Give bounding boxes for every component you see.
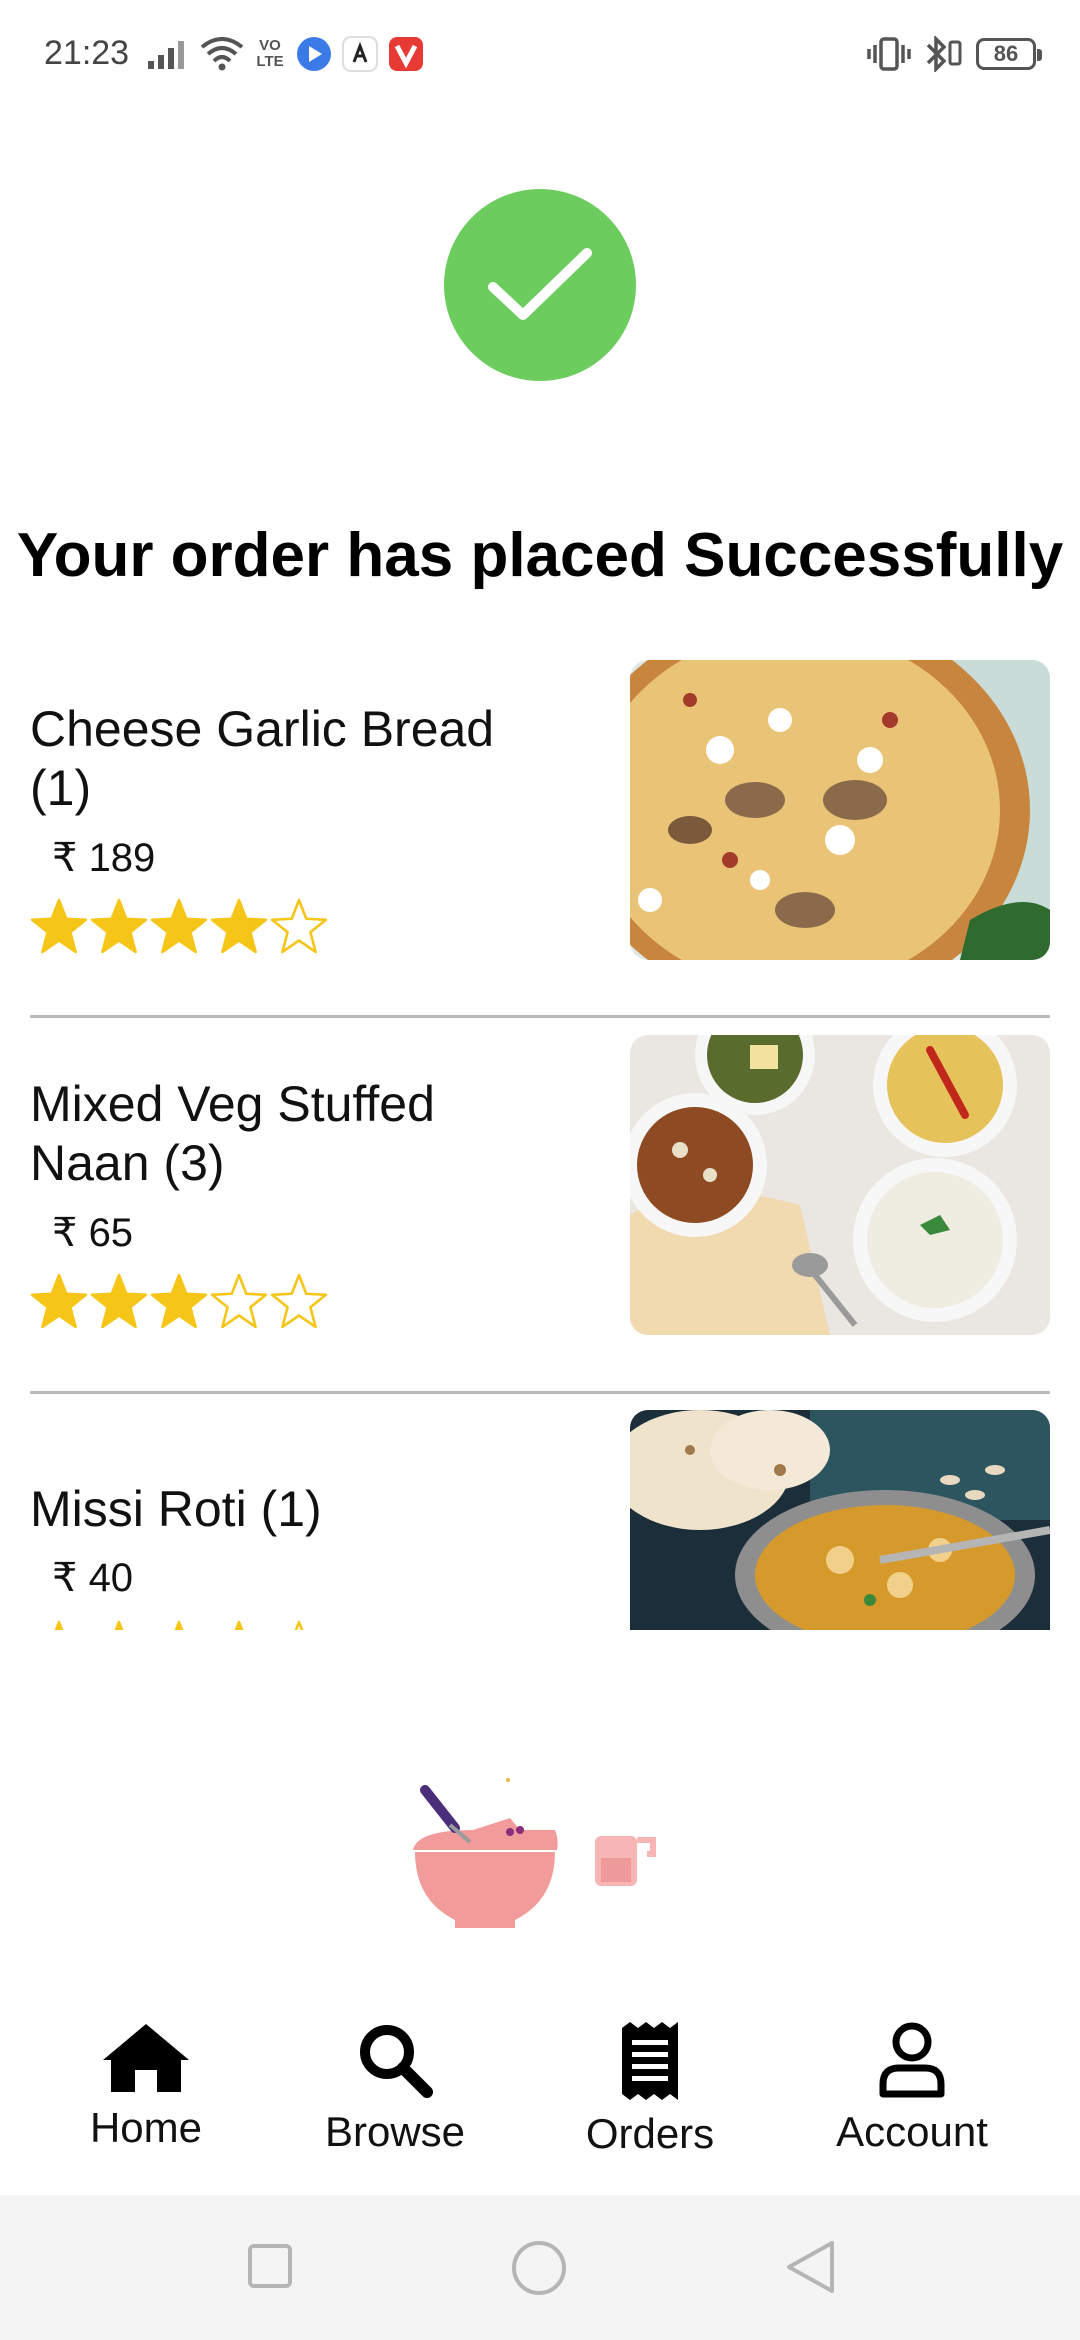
star-empty-icon — [294, 1620, 304, 1630]
star-filled-icon — [174, 1620, 184, 1630]
pizza-image — [630, 660, 1050, 960]
star-filled-icon — [114, 1620, 124, 1630]
app-icon — [342, 36, 378, 72]
item-image — [630, 660, 1050, 960]
vibrate-icon — [867, 37, 911, 71]
status-time: 21:23 — [44, 34, 130, 72]
item-name: Mixed Veg Stuffed Naan (3) — [30, 1076, 435, 1191]
order-item[interactable]: Missi Roti (1) ₹ 40 — [0, 1410, 1080, 1630]
check-icon — [488, 248, 592, 320]
signal-icon — [148, 41, 184, 69]
success-check-icon — [444, 189, 636, 381]
circle-icon[interactable] — [511, 2240, 567, 2296]
order-item[interactable]: Mixed Veg Stuffed Naan (3) ₹ 65 — [0, 1035, 1080, 1335]
volte-icon: VO LTE — [256, 37, 284, 70]
item-price: ₹ 189 — [52, 836, 156, 880]
star-filled-icon — [90, 898, 148, 954]
back-triangle-icon[interactable] — [784, 2239, 836, 2295]
nav-orders[interactable]: Orders — [585, 2022, 715, 2158]
divider — [30, 1015, 1050, 1018]
nav-orders-label: Orders — [585, 2110, 715, 2157]
order-item[interactable]: Cheese Garlic Bread (1) ₹ 189 — [0, 660, 1080, 960]
star-filled-icon — [30, 898, 88, 954]
star-empty-icon — [270, 898, 328, 954]
order-list[interactable]: Cheese Garlic Bread (1) ₹ 189 Mixed Veg … — [0, 660, 1080, 1630]
success-title: Your order has placed Successfully — [16, 521, 1064, 590]
item-name: Missi Roti (1) — [30, 1481, 322, 1537]
mixing-bowl-icon — [413, 1778, 656, 1928]
item-price: ₹ 40 — [52, 1556, 134, 1600]
search-icon — [360, 2025, 433, 2098]
star-filled-icon — [30, 1273, 88, 1329]
indian-meal-image — [630, 1035, 1050, 1335]
star-empty-icon — [210, 1273, 268, 1329]
home-icon — [103, 2024, 189, 2092]
receipt-icon — [622, 2022, 678, 2100]
vivaldi-icon — [389, 37, 423, 71]
battery-icon: 86 — [976, 38, 1042, 70]
nav-account[interactable]: Account — [832, 2022, 992, 2156]
star-filled-icon — [234, 1620, 244, 1630]
bottom-nav: Home Browse Orders Account — [0, 2000, 1080, 2195]
divider — [30, 1391, 1050, 1394]
bluetooth-icon — [926, 36, 962, 72]
battery-level: 86 — [993, 41, 1019, 66]
rating-stars — [30, 898, 328, 954]
status-left-icons: VO LTE — [148, 34, 424, 74]
system-nav-bar — [0, 2195, 1080, 2340]
wifi-icon — [200, 37, 244, 71]
roti-curry-image — [630, 1410, 1050, 1630]
play-icon — [297, 37, 331, 71]
nav-home-label: Home — [89, 2104, 203, 2151]
rating-stars — [30, 1273, 328, 1329]
item-price: ₹ 65 — [52, 1211, 134, 1255]
star-filled-icon — [150, 898, 208, 954]
square-icon[interactable] — [247, 2243, 293, 2289]
star-empty-icon — [270, 1273, 328, 1329]
item-image — [630, 1035, 1050, 1335]
rating-stars — [30, 1620, 328, 1630]
account-icon — [879, 2022, 945, 2098]
star-filled-icon — [90, 1273, 148, 1329]
star-filled-icon — [150, 1273, 208, 1329]
nav-browse-label: Browse — [324, 2108, 466, 2155]
status-bar: 21:23 VO LTE 86 — [0, 0, 1080, 110]
item-name: Cheese Garlic Bread (1) — [30, 701, 495, 816]
nav-account-label: Account — [836, 2108, 988, 2155]
star-filled-icon — [54, 1620, 64, 1630]
item-image — [630, 1410, 1050, 1630]
nav-home[interactable]: Home — [86, 2022, 206, 2152]
nav-browse[interactable]: Browse — [325, 2022, 465, 2156]
cooking-illustration — [395, 1770, 695, 1935]
star-filled-icon — [210, 898, 268, 954]
status-right-icons: 86 — [866, 32, 1042, 76]
